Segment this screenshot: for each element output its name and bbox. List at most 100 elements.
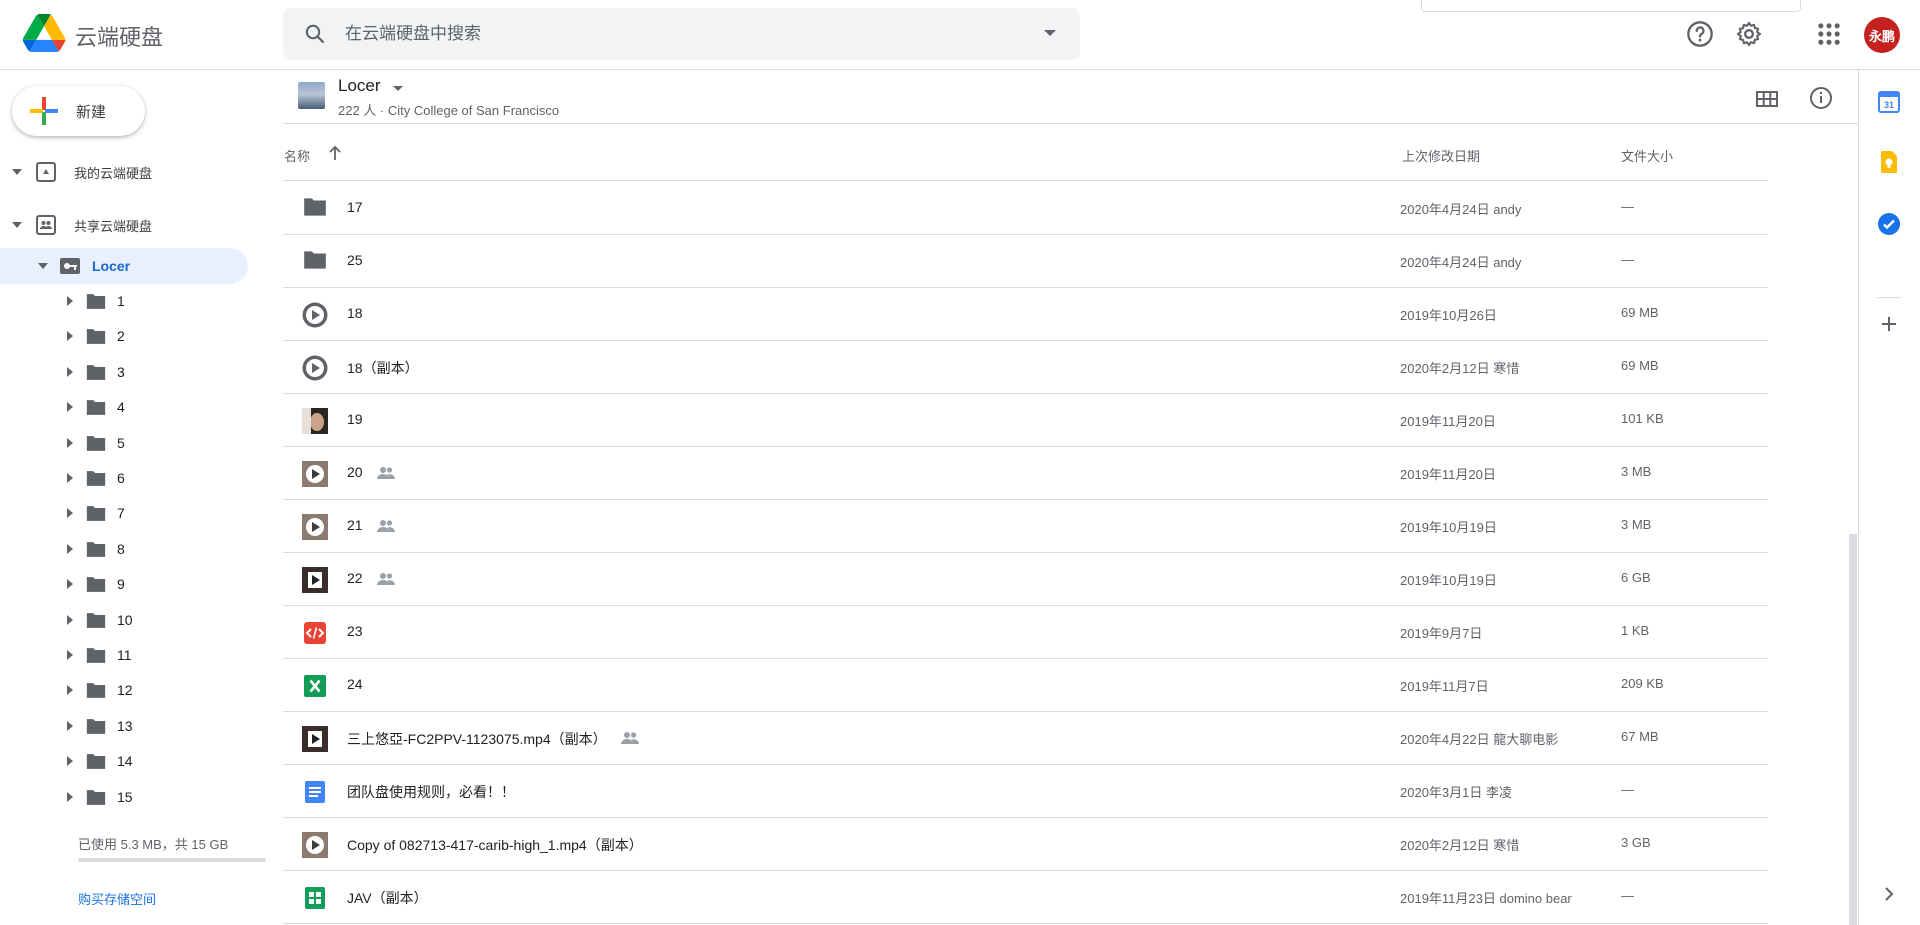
column-name[interactable]: 名称 bbox=[284, 146, 310, 165]
add-addon-icon[interactable] bbox=[1877, 312, 1901, 336]
expand-icon[interactable] bbox=[67, 508, 73, 519]
file-size: — bbox=[1621, 888, 1634, 903]
drive-name[interactable]: Locer bbox=[338, 76, 381, 96]
sidebar-item-shared-drives[interactable]: 共享云端硬盘 bbox=[0, 208, 260, 242]
folder-icon bbox=[85, 292, 107, 314]
file-size: 69 MB bbox=[1621, 305, 1659, 320]
file-row[interactable]: 17 2020年4月24日 andy — bbox=[283, 182, 1768, 235]
folder-icon bbox=[85, 788, 107, 810]
search-options-icon[interactable] bbox=[1044, 30, 1056, 36]
sidebar-folder-5[interactable]: 5 bbox=[0, 428, 260, 458]
expand-icon[interactable] bbox=[12, 169, 22, 175]
drive-logo-icon[interactable] bbox=[22, 14, 66, 52]
sidebar-folder-3[interactable]: 3 bbox=[0, 357, 260, 387]
sidebar-folder-11[interactable]: 11 bbox=[0, 640, 260, 670]
expand-icon[interactable] bbox=[67, 296, 73, 306]
folder-icon bbox=[302, 196, 328, 222]
file-row[interactable]: 20 2019年11月20日 3 MB bbox=[283, 447, 1768, 500]
expand-icon[interactable] bbox=[67, 685, 73, 696]
file-row[interactable]: 18（副本） 2020年2月12日 寒惜 69 MB bbox=[283, 341, 1768, 394]
sidebar-folder-label: 5 bbox=[117, 434, 125, 451]
sidebar-folder-6[interactable]: 6 bbox=[0, 463, 260, 493]
file-row[interactable]: JAV（副本） 2019年11月23日 domino bear — bbox=[283, 871, 1768, 924]
search-input[interactable] bbox=[345, 18, 1005, 50]
avatar[interactable]: 永鹏 bbox=[1864, 17, 1900, 53]
doc-icon bbox=[302, 779, 328, 805]
expand-icon[interactable] bbox=[67, 366, 73, 377]
expand-icon[interactable] bbox=[67, 756, 73, 767]
sidebar-folder-12[interactable]: 12 bbox=[0, 675, 260, 705]
file-modified: 2020年2月12日 寒惜 bbox=[1400, 361, 1520, 376]
apps-grid-icon[interactable] bbox=[1815, 20, 1843, 48]
expand-icon[interactable] bbox=[67, 579, 73, 590]
sidebar-folder-14[interactable]: 14 bbox=[0, 746, 260, 776]
column-modified[interactable]: 上次修改日期 bbox=[1402, 146, 1480, 165]
sidebar-folder-2[interactable]: 2 bbox=[0, 321, 260, 351]
expand-icon[interactable] bbox=[38, 263, 48, 269]
sidebar-folder-10[interactable]: 10 bbox=[0, 605, 260, 635]
file-name: 21 bbox=[347, 517, 363, 533]
file-row[interactable]: 三上悠亞-FC2PPV-1123075.mp4（副本） 2020年4月22日 龍大… bbox=[283, 712, 1768, 765]
expand-panel-icon[interactable] bbox=[1877, 882, 1901, 906]
file-row[interactable]: 18 2019年10月26日 69 MB bbox=[283, 288, 1768, 341]
sidebar-item-locer[interactable]: Locer bbox=[0, 248, 248, 284]
sidebar-item-my-drive[interactable]: 我的云端硬盘 bbox=[0, 155, 260, 189]
side-panel-rail: 31 bbox=[1858, 70, 1920, 925]
folder-icon bbox=[85, 434, 107, 456]
expand-icon[interactable] bbox=[67, 331, 73, 342]
sort-ascending-icon[interactable] bbox=[327, 144, 343, 162]
sidebar-folder-7[interactable]: 7 bbox=[0, 498, 260, 528]
sidebar-folder-4[interactable]: 4 bbox=[0, 392, 260, 422]
new-button[interactable]: 新建 bbox=[12, 86, 145, 136]
file-row[interactable]: 22 2019年10月19日 6 GB bbox=[283, 553, 1768, 606]
shared-drives-icon bbox=[36, 215, 56, 235]
file-row[interactable]: 19 2019年11月20日 101 KB bbox=[283, 394, 1768, 447]
folder-icon bbox=[85, 575, 107, 597]
file-row[interactable]: 21 2019年10月19日 3 MB bbox=[283, 500, 1768, 553]
sidebar-folder-1[interactable]: 1 bbox=[0, 286, 260, 316]
file-name: Copy of 082713-417-carib-high_1.mp4（副本） bbox=[347, 837, 643, 853]
info-icon[interactable] bbox=[1809, 86, 1833, 110]
keep-icon[interactable] bbox=[1877, 150, 1901, 174]
sidebar-folder-9[interactable]: 9 bbox=[0, 569, 260, 599]
folder-icon bbox=[85, 752, 107, 774]
expand-icon[interactable] bbox=[67, 650, 73, 660]
shared-drive-header: Locer 222 人 · City College of San Franci… bbox=[283, 72, 1858, 124]
sidebar-folder-13[interactable]: 13 bbox=[0, 711, 260, 741]
expand-icon[interactable] bbox=[12, 222, 22, 228]
scrollbar[interactable] bbox=[1849, 534, 1857, 925]
help-icon[interactable] bbox=[1686, 20, 1714, 48]
file-row[interactable]: 23 2019年9月7日 1 KB bbox=[283, 606, 1768, 659]
file-size: 1 KB bbox=[1621, 623, 1650, 638]
calendar-icon[interactable]: 31 bbox=[1877, 90, 1901, 114]
sidebar-folder-label: 9 bbox=[117, 576, 125, 593]
expand-icon[interactable] bbox=[67, 791, 73, 802]
expand-icon[interactable] bbox=[67, 543, 73, 554]
video-thumb-icon bbox=[302, 514, 328, 540]
file-name: 团队盘使用规则，必看！！ bbox=[347, 784, 515, 800]
expand-icon[interactable] bbox=[67, 437, 73, 448]
file-row[interactable]: 25 2020年4月24日 andy — bbox=[283, 235, 1768, 288]
expand-icon[interactable] bbox=[67, 402, 73, 413]
svg-text:31: 31 bbox=[1884, 100, 1894, 110]
file-modified: 2020年4月24日 andy bbox=[1400, 202, 1522, 217]
expand-icon[interactable] bbox=[67, 720, 73, 731]
sidebar-folder-15[interactable]: 15 bbox=[0, 782, 260, 812]
sidebar-folder-label: 14 bbox=[117, 753, 133, 770]
expand-icon[interactable] bbox=[67, 473, 73, 483]
tasks-icon[interactable] bbox=[1877, 212, 1901, 236]
file-row[interactable]: 团队盘使用规则，必看！！ 2020年3月1日 李凌 — bbox=[283, 765, 1768, 818]
file-row[interactable]: Copy of 082713-417-carib-high_1.mp4（副本） 2… bbox=[283, 818, 1768, 871]
expand-icon[interactable] bbox=[67, 614, 73, 625]
sidebar-folder-8[interactable]: 8 bbox=[0, 534, 260, 564]
search-icon[interactable] bbox=[303, 22, 327, 46]
settings-icon[interactable] bbox=[1735, 20, 1763, 48]
buy-storage-link[interactable]: 购买存储空间 bbox=[78, 889, 156, 908]
search-bar[interactable] bbox=[283, 8, 1080, 60]
file-row[interactable]: 24 2019年11月7日 209 KB bbox=[283, 659, 1768, 712]
video-generic-icon bbox=[302, 355, 328, 381]
column-size[interactable]: 文件大小 bbox=[1621, 146, 1673, 165]
folder-icon bbox=[302, 249, 328, 275]
drive-menu-caret-icon[interactable] bbox=[393, 86, 403, 91]
grid-view-icon[interactable] bbox=[1755, 87, 1779, 111]
